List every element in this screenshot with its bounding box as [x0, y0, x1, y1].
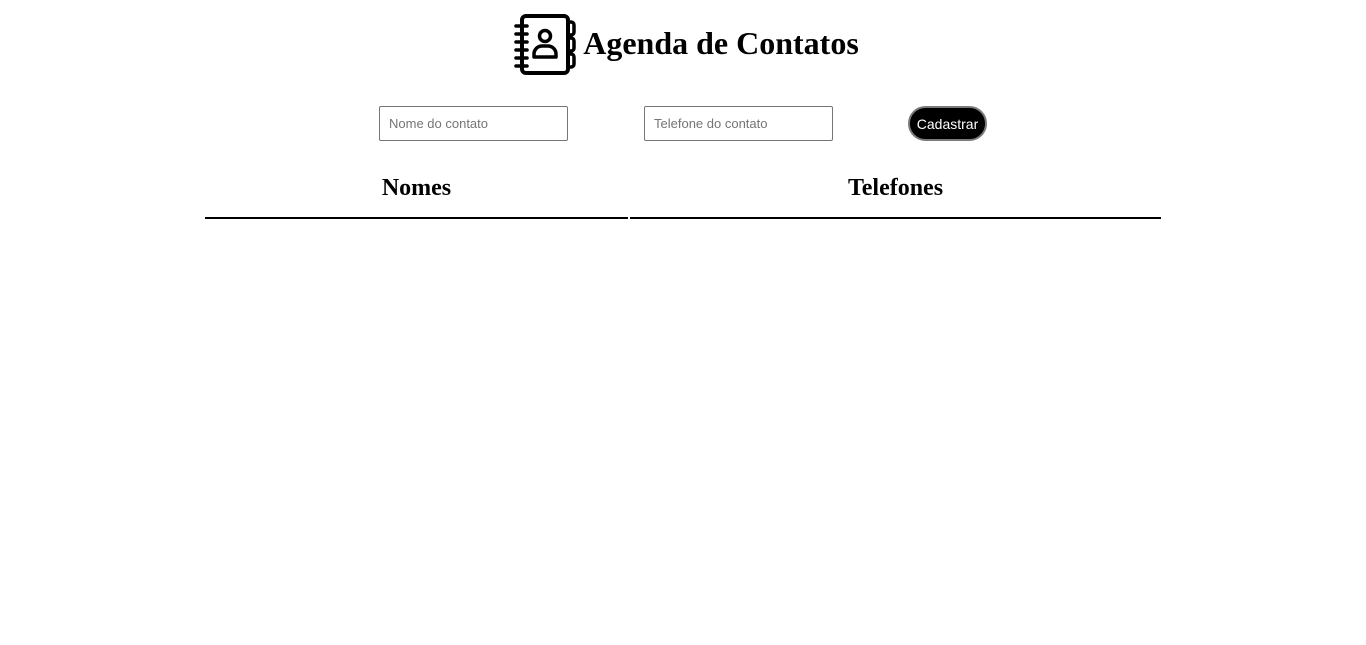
column-header-names: Nomes — [205, 170, 628, 219]
page: Agenda de Contatos Cadastrar Nomes Telef… — [0, 0, 1366, 645]
contact-book-icon — [513, 12, 577, 76]
register-button[interactable]: Cadastrar — [908, 106, 987, 141]
contact-form: Cadastrar — [0, 106, 1366, 142]
header: Agenda de Contatos — [0, 12, 1366, 76]
page-title: Agenda de Contatos — [583, 25, 859, 61]
contact-name-input[interactable] — [379, 106, 568, 141]
contact-phone-input[interactable] — [644, 106, 833, 141]
contacts-table: Nomes Telefones — [205, 170, 1161, 220]
column-header-phones: Telefones — [630, 170, 1161, 219]
